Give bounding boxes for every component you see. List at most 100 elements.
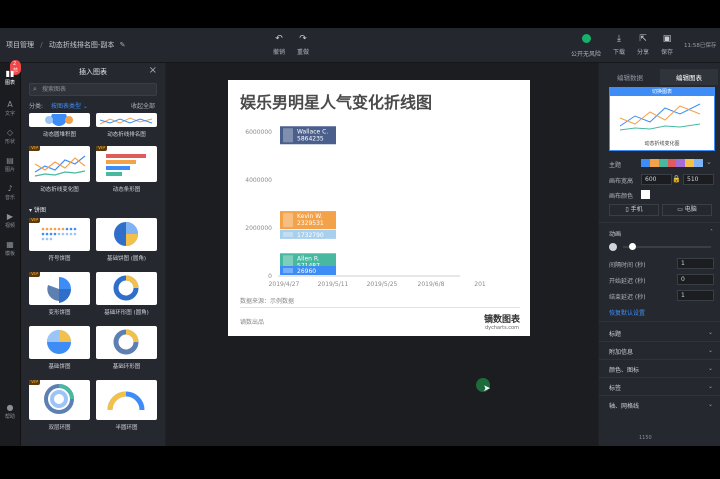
chart-card[interactable]: VIP 双层环图 [29,380,90,431]
sidebar-item-shape[interactable]: ◇ 形状 [0,128,20,145]
edit-icon[interactable]: ✎ [120,41,126,49]
series-name: Wallace C. [297,128,328,135]
undo-button[interactable]: ↶ 撤销 [266,34,292,56]
vip-badge: VIP [96,146,108,151]
series-label[interactable]: Wallace C.5864235 [280,126,336,145]
vip-badge: VIP [29,272,41,277]
start-delay-input[interactable]: 0 [677,274,714,285]
slider-handle[interactable] [629,243,636,250]
chevron-down-icon: ⌄ [707,365,713,372]
chart-card[interactable]: VIP 变形饼图 [29,272,90,316]
divider [599,377,720,378]
chart-card-label: 动态圆堆积图 [42,132,76,138]
chart-card[interactable]: 基础饼图 [29,326,90,370]
chart-card[interactable]: 基础环形图 (圆角) [96,272,157,316]
chart-card-label: 动态折线排名图 [107,132,146,138]
redo-button[interactable]: ↷ 重做 [290,34,316,56]
crumb-root[interactable]: 项目管理 [6,41,34,49]
canvas-height-input[interactable]: 510 [683,174,714,185]
avatar [283,213,293,228]
tab-edit-chart[interactable]: 编辑图表 [660,69,718,85]
sidebar-item-image[interactable]: ▤ 图片 [0,156,20,173]
y-tick-label: 2000000 [245,225,272,232]
theme-palette[interactable] [641,159,704,167]
canvas-area: 娱乐男明星人气变化折线图 6000000 4000000 2000000 0 2019/… [166,63,598,446]
chart-card[interactable]: 基础环形图 [96,326,157,370]
section-header-label: 饼图 [33,207,46,214]
section-labels[interactable]: 标签 ⌄ [609,383,713,392]
series-label[interactable]: 1732790 [280,229,336,239]
speed-slider[interactable] [623,246,711,248]
share-icon: ⇱ [639,34,647,44]
sidebar-item-music[interactable]: ♪ 音乐 [0,184,20,201]
chart-card[interactable]: 动态折线排名图 [96,113,157,138]
series-value: 2329531 [297,220,324,227]
mouse-cursor-icon: ➤ [483,384,491,394]
chart-card-label: 基础环形图 [112,364,141,370]
section-extra-info[interactable]: 附加信息 ⌄ [609,347,713,356]
sidebar-item-label: 图片 [4,167,15,173]
chart-card[interactable]: VIP 动态条形图 [96,146,157,193]
save-button[interactable]: ▣ 保存 [654,34,680,56]
chart-card-label: 符号饼图 [48,256,71,262]
chart-card[interactable]: VIP 动态折线变化图 [29,146,90,193]
data-source: 数据来源：示例数据 [240,298,295,305]
interval-input[interactable]: 1 [677,258,714,269]
section-axes[interactable]: 轴、网格线 ⌄ [609,401,713,410]
monitor-icon: ▭ [677,206,683,213]
chevron-down-icon: ▾ [29,207,33,214]
search-input[interactable] [42,85,152,94]
section-title[interactable]: 标题 ⌄ [609,329,713,338]
sidebar-item-text[interactable]: A 文字 [0,100,20,117]
close-icon[interactable]: × [149,65,157,76]
canvas-width-input[interactable]: 600 [641,174,672,185]
share-label: 分享 [636,49,649,56]
switch-chart-button[interactable]: 切换图表 [610,88,714,96]
chart-card-label: 基础环形图 (圆角) [104,310,149,316]
chevron-down-icon[interactable]: ⌄ [83,103,88,110]
brand-logo: 镝数图表 dycharts.com [484,312,520,331]
end-delay-input[interactable]: 1 [677,290,714,301]
share-button[interactable]: ⇱ 分享 [630,34,656,56]
series-label[interactable]: Kevin W.2329531 [280,211,336,230]
chevron-down-icon[interactable]: ⌄ [706,158,712,166]
brand-name: 镝数图表 [483,315,520,325]
chevron-up-icon: ˄ [710,229,713,236]
section-header-pie[interactable]: ▾ 饼图 [29,205,46,214]
crumb-current[interactable]: 动态折线排名图-副本 [49,41,115,49]
tab-edit-data[interactable]: 编辑数据 [601,69,659,85]
chart-thumbnail [96,218,157,251]
preview-caption: 动态折线变化图 [644,141,680,147]
collapse-all-button[interactable]: 收起全部 [131,101,155,110]
zoom-readout: 1150 [639,435,652,441]
section-label: 轴、网格线 [609,403,640,410]
canvas-color-swatch[interactable] [641,190,650,199]
chart-card[interactable]: 半圆环图 [96,380,157,431]
play-toggle[interactable] [609,243,617,251]
chart-card[interactable]: 动态圆堆积图 [29,113,90,138]
series-label[interactable]: 26960 [280,266,336,275]
avatar [283,128,293,143]
risk-status[interactable]: 公开无风险 [566,34,606,58]
section-colors[interactable]: 颜色、图标 ⌄ [609,365,713,374]
sidebar-item-video[interactable]: ▶ 视频 [0,212,20,229]
image-icon: ▤ [6,156,14,165]
download-button[interactable]: ⤓ 下载 [606,34,632,56]
filter-select[interactable]: 按图表类型 [51,103,81,110]
chart-card[interactable]: VIP 符号饼图 [29,218,90,262]
phone-view-button[interactable]: ▯ 手机 [609,204,659,216]
theme-label: 主题 [609,162,622,169]
chart-preview[interactable]: 切换图表 动态折线变化图 [609,87,715,151]
section-label: 标签 [609,385,622,392]
sidebar-item-template[interactable]: ▦ 模板 [0,240,20,257]
section-animation[interactable]: 动画 ˄ [609,229,713,238]
sidebar-item-chart[interactable]: ▮▮ 图表 [0,69,20,86]
pc-view-button[interactable]: ▭ 电脑 [662,204,712,216]
reset-defaults-link[interactable]: 恢复默认设置 [609,308,645,317]
lock-icon[interactable]: 🔒 [672,175,681,183]
help-icon: ● [6,403,14,412]
chart-canvas[interactable]: 娱乐男明星人气变化折线图 6000000 4000000 2000000 0 2019/… [228,80,530,336]
help-button[interactable]: ● 帮助 [0,403,20,420]
chart-card[interactable]: 基础饼图 (圆角) [96,218,157,262]
avatar [283,268,293,273]
